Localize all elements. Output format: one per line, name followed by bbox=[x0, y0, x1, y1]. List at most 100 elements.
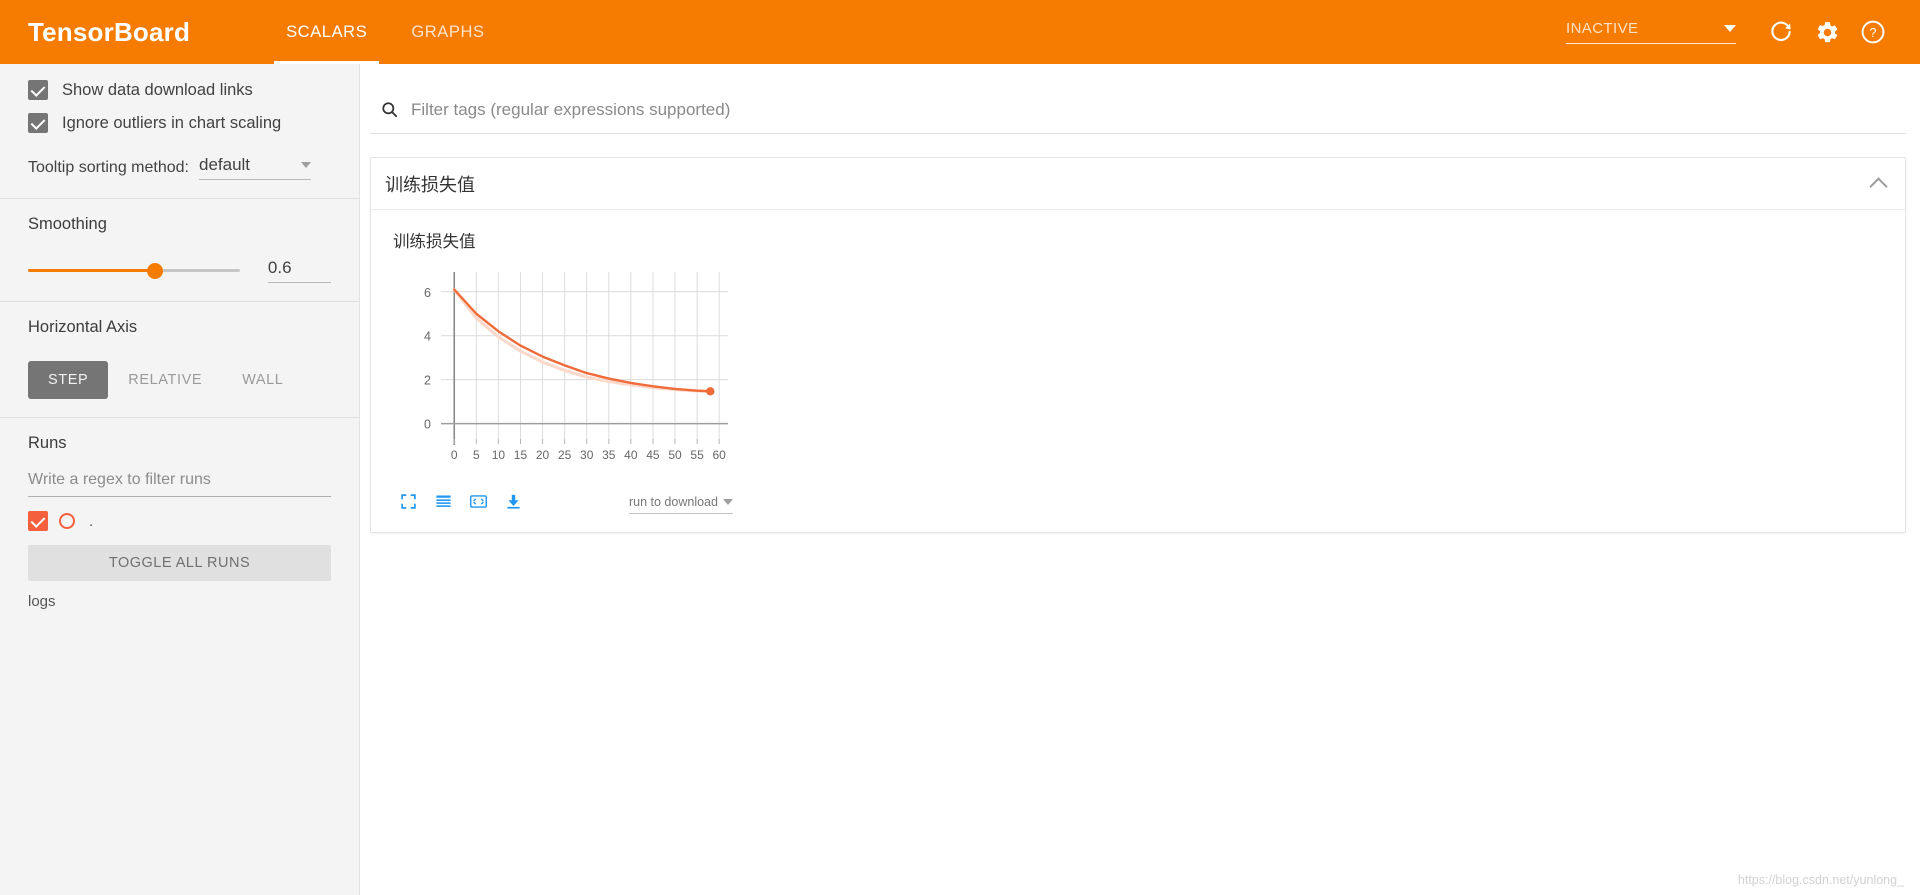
runs-section: Runs Write a regex to filter runs . TOGG… bbox=[0, 418, 359, 628]
sidebar: Show data download links Ignore outliers… bbox=[0, 64, 360, 895]
smoothing-slider[interactable] bbox=[28, 262, 240, 279]
scalar-card-body: 训练损失值 0 2 4 6 0 5 10 15 20 25 30 35 40 45 50 55 60 bbox=[371, 210, 1905, 532]
expand-icon bbox=[469, 492, 488, 516]
scalar-card: 训练损失值 训练损失值 0 2 4 6 0 5 10 15 20 25 30 35 40 45 50 55 60 bbox=[370, 157, 1906, 533]
axis-option-relative-label: RELATIVE bbox=[128, 372, 203, 388]
svg-text:15: 15 bbox=[514, 448, 528, 462]
scalar-card-header[interactable]: 训练损失值 bbox=[371, 158, 1905, 210]
tooltip-sorting-select[interactable]: default bbox=[198, 155, 311, 180]
tensorboard-app: TensorBoard SCALARS GRAPHS INACTIVE ? Sh… bbox=[0, 0, 1920, 895]
smoothing-slider-fill bbox=[28, 269, 156, 272]
tooltip-sorting-row: Tooltip sorting method: default bbox=[28, 155, 331, 180]
run-list-item[interactable]: . bbox=[28, 511, 331, 531]
help-button[interactable]: ? bbox=[1850, 9, 1896, 55]
watermark-text: https://blog.csdn.net/yunlong_ bbox=[1737, 873, 1904, 887]
tooltip-sorting-value: default bbox=[198, 155, 251, 174]
svg-text:0: 0 bbox=[424, 418, 431, 432]
axis-option-step[interactable]: STEP bbox=[28, 361, 109, 399]
checkbox-show-download-links-label: Show data download links bbox=[62, 80, 253, 99]
run-name-label: . bbox=[89, 512, 94, 530]
help-icon: ? bbox=[1860, 19, 1886, 45]
main-panel: Filter tags (regular expressions support… bbox=[360, 64, 1920, 895]
chevron-down-icon bbox=[1724, 25, 1736, 32]
horizontal-axis-title: Horizontal Axis bbox=[28, 318, 138, 336]
data-table-button[interactable] bbox=[428, 490, 458, 518]
smoothing-row: 0.6 bbox=[28, 258, 331, 283]
checkbox-ignore-outliers[interactable]: Ignore outliers in chart scaling bbox=[28, 113, 331, 133]
svg-text:45: 45 bbox=[646, 448, 660, 462]
data-table-icon bbox=[435, 493, 452, 515]
tab-graphs[interactable]: GRAPHS bbox=[389, 0, 506, 64]
svg-text:30: 30 bbox=[580, 448, 594, 462]
scalar-card-title: 训练损失值 bbox=[385, 174, 475, 195]
checkbox-icon bbox=[28, 80, 48, 100]
nav-tabs: SCALARS GRAPHS bbox=[264, 0, 507, 64]
chart-container: 0 2 4 6 0 5 10 15 20 25 30 35 40 45 50 55 60 bbox=[393, 264, 733, 518]
axis-option-wall[interactable]: WALL bbox=[222, 361, 303, 399]
chevron-up-icon[interactable] bbox=[1869, 176, 1888, 196]
fit-domain-icon bbox=[400, 493, 417, 515]
app-header: TensorBoard SCALARS GRAPHS INACTIVE ? bbox=[0, 0, 1920, 64]
axis-option-relative[interactable]: RELATIVE bbox=[108, 361, 222, 399]
checkbox-icon bbox=[28, 113, 48, 133]
app-brand: TensorBoard bbox=[28, 16, 191, 47]
toggle-all-runs-button[interactable]: TOGGLE ALL RUNS bbox=[28, 545, 331, 581]
svg-text:2: 2 bbox=[424, 374, 431, 388]
checkbox-ignore-outliers-label: Ignore outliers in chart scaling bbox=[62, 113, 282, 132]
svg-text:10: 10 bbox=[492, 448, 506, 462]
smoothing-title: Smoothing bbox=[28, 215, 107, 233]
svg-text:50: 50 bbox=[668, 448, 682, 462]
download-chart-button[interactable] bbox=[498, 490, 528, 518]
line-chart[interactable]: 02460 5 10 15 20 25 30 35 40 45 50 55 60 bbox=[393, 264, 733, 479]
search-icon bbox=[380, 100, 399, 119]
svg-text:55: 55 bbox=[690, 448, 704, 462]
download-icon bbox=[505, 493, 522, 515]
run-status-select[interactable]: INACTIVE bbox=[1566, 20, 1736, 44]
axis-option-wall-label: WALL bbox=[242, 372, 284, 388]
chevron-down-icon bbox=[723, 498, 733, 505]
svg-text:6: 6 bbox=[424, 286, 431, 300]
svg-text:?: ? bbox=[1870, 26, 1877, 40]
logs-label: logs bbox=[28, 593, 56, 610]
svg-text:40: 40 bbox=[624, 448, 638, 462]
sidebar-settings-section: Show data download links Ignore outliers… bbox=[0, 64, 359, 198]
tab-graphs-label: GRAPHS bbox=[411, 22, 485, 41]
refresh-button[interactable] bbox=[1758, 9, 1804, 55]
chevron-down-icon bbox=[300, 162, 311, 168]
svg-text:4: 4 bbox=[424, 330, 431, 344]
svg-text:25: 25 bbox=[558, 448, 572, 462]
svg-text:60: 60 bbox=[712, 448, 726, 462]
svg-text:5: 5 bbox=[473, 448, 480, 462]
tooltip-sorting-label: Tooltip sorting method: bbox=[28, 159, 189, 176]
chart-toolbar: run to download bbox=[393, 490, 733, 518]
refresh-icon bbox=[1768, 19, 1794, 45]
runs-title: Runs bbox=[28, 434, 67, 452]
tag-filter-input[interactable]: Filter tags (regular expressions support… bbox=[411, 100, 730, 120]
run-status-value: INACTIVE bbox=[1566, 20, 1639, 37]
svg-text:0: 0 bbox=[451, 448, 458, 462]
chart-title: 训练损失值 bbox=[393, 233, 476, 251]
tag-filter-bar[interactable]: Filter tags (regular expressions support… bbox=[370, 86, 1906, 134]
smoothing-slider-thumb[interactable] bbox=[147, 262, 164, 279]
smoothing-value[interactable]: 0.6 bbox=[267, 258, 331, 283]
settings-button[interactable] bbox=[1804, 9, 1850, 55]
checkbox-show-download-links[interactable]: Show data download links bbox=[28, 80, 331, 100]
tab-scalars-label: SCALARS bbox=[286, 22, 368, 41]
svg-text:35: 35 bbox=[602, 448, 616, 462]
run-color-swatch bbox=[59, 513, 75, 529]
run-checkbox[interactable] bbox=[28, 511, 48, 531]
run-to-download-select[interactable]: run to download bbox=[629, 495, 733, 514]
app-body: Show data download links Ignore outliers… bbox=[0, 64, 1920, 895]
svg-text:20: 20 bbox=[536, 448, 550, 462]
tab-scalars[interactable]: SCALARS bbox=[264, 0, 389, 64]
axis-option-step-label: STEP bbox=[48, 372, 89, 388]
horizontal-axis-section: Horizontal Axis STEP RELATIVE WALL bbox=[0, 302, 359, 417]
toggle-all-runs-label: TOGGLE ALL RUNS bbox=[108, 555, 251, 571]
expand-chart-button[interactable] bbox=[463, 490, 493, 518]
horizontal-axis-options: STEP RELATIVE WALL bbox=[28, 361, 331, 399]
runs-filter-input[interactable]: Write a regex to filter runs bbox=[28, 471, 331, 497]
run-to-download-value: run to download bbox=[629, 494, 718, 509]
gear-icon bbox=[1815, 20, 1840, 45]
fit-domain-button[interactable] bbox=[393, 490, 423, 518]
header-actions: INACTIVE ? bbox=[1566, 9, 1896, 55]
